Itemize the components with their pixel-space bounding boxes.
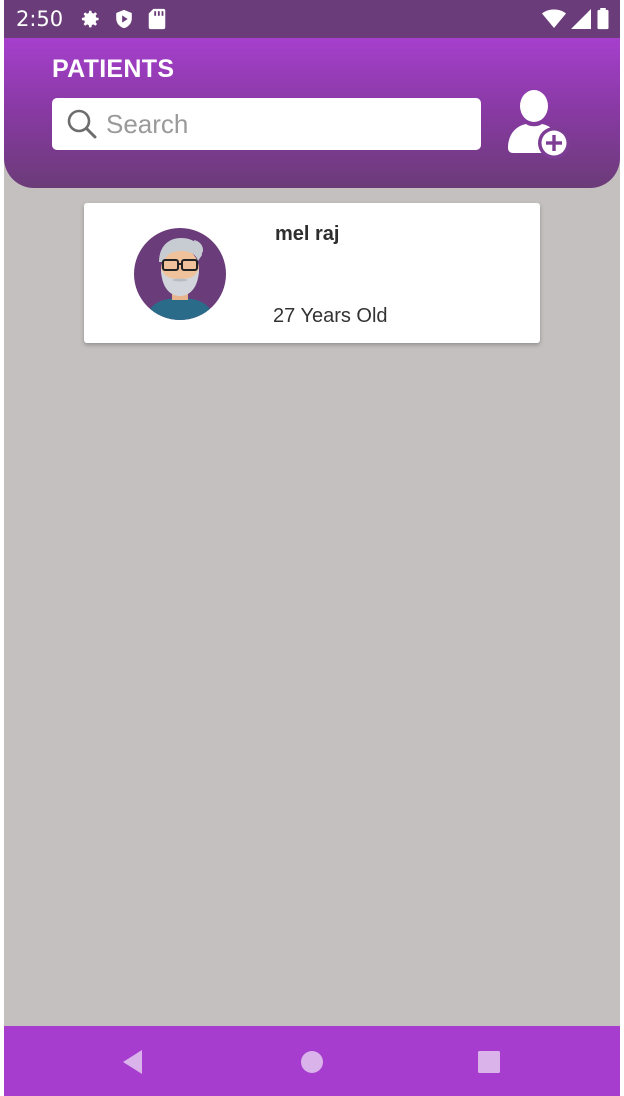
page-title: PATIENTS: [52, 55, 175, 83]
patients-header: PATIENTS: [4, 38, 620, 188]
settings-gear-icon: [82, 10, 99, 28]
cell-signal-icon: [571, 9, 591, 29]
sd-card-icon: [148, 8, 166, 30]
recents-square-icon[interactable]: [476, 1049, 502, 1075]
battery-icon: [597, 8, 609, 30]
status-bar: 2:50: [4, 0, 620, 38]
patient-card[interactable]: mel raj 27 Years Old: [84, 203, 540, 343]
search-bar[interactable]: [52, 98, 481, 150]
status-time: 2:50: [16, 7, 64, 31]
home-circle-icon[interactable]: [299, 1049, 325, 1075]
patient-name: mel raj: [275, 223, 340, 245]
status-notification-icons: [79, 8, 167, 30]
shield-play-icon: [116, 9, 132, 29]
back-triangle-icon[interactable]: [120, 1049, 146, 1075]
app-screen: 2:50 PATIENTS Search mel raj 27 Years Ol…: [4, 0, 620, 1096]
patient-age: 27 Years Old: [273, 305, 388, 327]
old-man-avatar-icon: [134, 228, 226, 320]
search-input[interactable]: [106, 108, 466, 140]
add-user-icon[interactable]: [504, 88, 574, 160]
wifi-icon: [542, 9, 566, 28]
system-nav-bar: [4, 1026, 620, 1096]
status-system-icons: [542, 8, 610, 30]
search-icon: [67, 109, 97, 139]
